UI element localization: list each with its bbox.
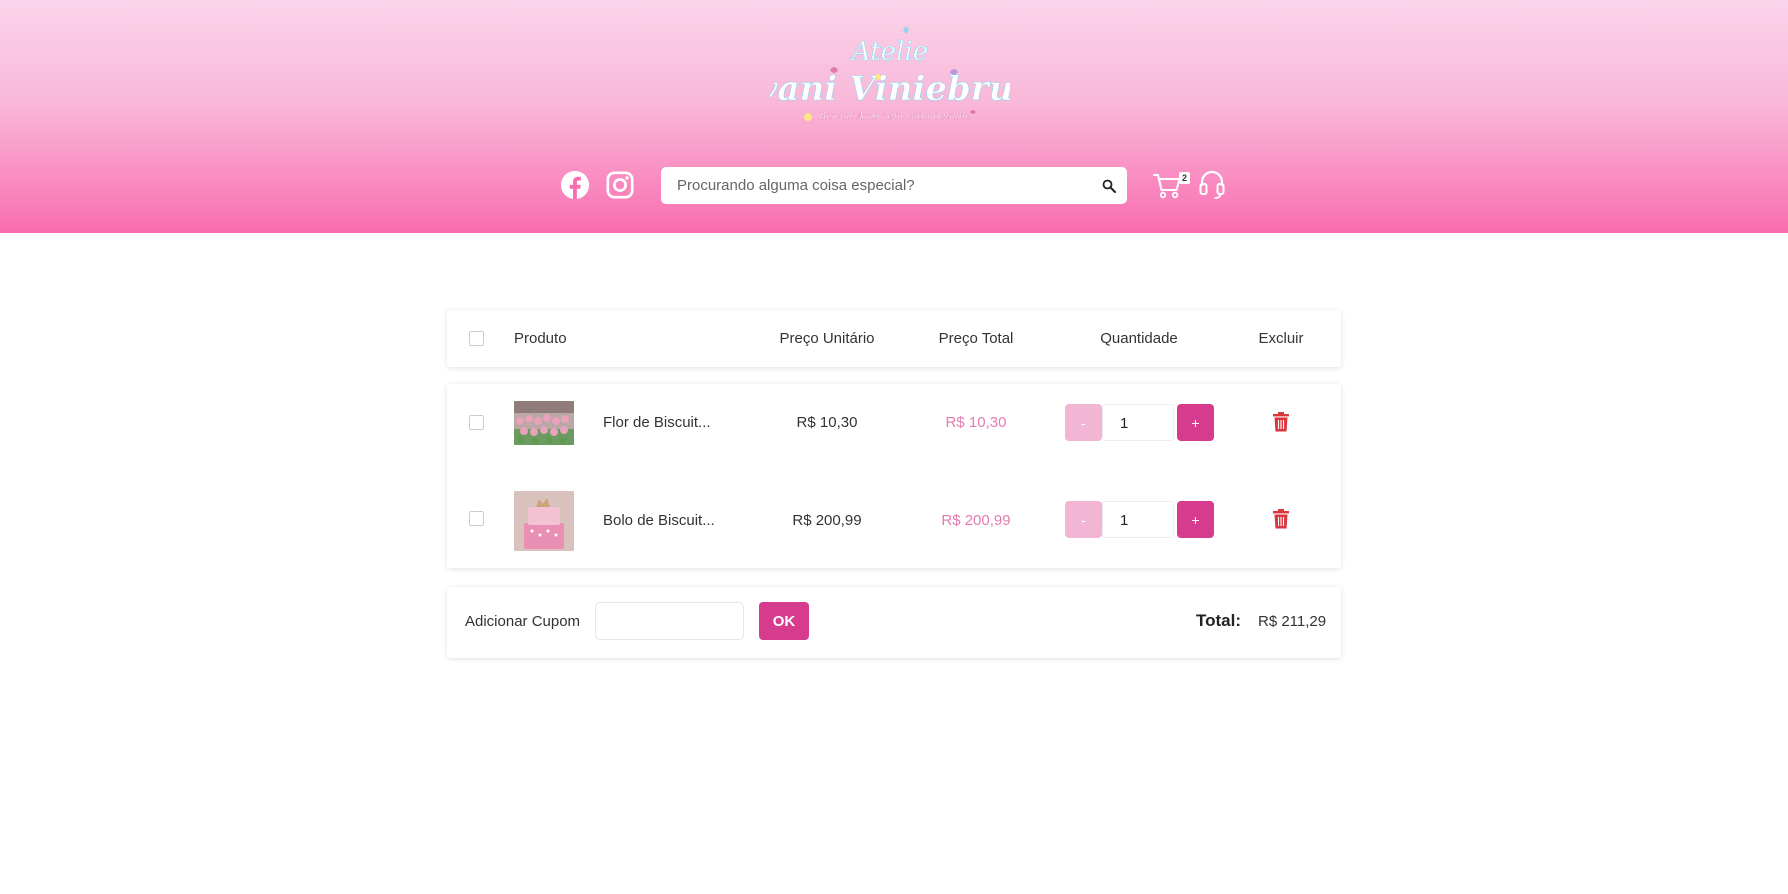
quantity-input[interactable]: 1	[1102, 501, 1174, 538]
cart-row: Flor de Biscuit... R$ 10,30 R$ 10,30 - 1…	[447, 384, 1341, 476]
cart-summary: Adicionar Cupom OK Total: R$ 211,29	[447, 587, 1341, 658]
logo-line2: Ivani Viniebrun	[770, 69, 1010, 109]
total-price: R$ 10,30	[945, 414, 1007, 431]
brand-logo[interactable]: Atelie Ivani Viniebrun Biscuit Amor em c…	[741, 22, 1038, 134]
quantity-increase-button[interactable]: +	[1177, 404, 1214, 441]
logo-line1: Atelie	[850, 37, 928, 67]
search-icon[interactable]	[1091, 167, 1127, 204]
column-quantity: Quantidade	[1100, 330, 1178, 347]
total-price: R$ 200,99	[941, 512, 1011, 529]
column-delete: Excluir	[1258, 330, 1304, 347]
product-thumbnail[interactable]	[514, 491, 574, 551]
row-checkbox[interactable]	[469, 415, 484, 430]
trash-icon[interactable]	[1272, 509, 1290, 529]
logo-graphic: Atelie Ivani Viniebrun Biscuit Amor em c…	[741, 26, 1038, 122]
column-total-price: Preço Total	[938, 330, 1014, 347]
product-name[interactable]: Flor de Biscuit...	[603, 414, 711, 431]
trash-icon[interactable]	[1272, 412, 1290, 432]
coupon-label: Adicionar Cupom	[465, 613, 581, 630]
quantity-input[interactable]: 1	[1102, 404, 1174, 441]
facebook-icon[interactable]	[559, 167, 591, 203]
cart-button[interactable]: 2	[1153, 168, 1190, 204]
column-product: Produto	[514, 330, 567, 347]
select-all-checkbox[interactable]	[469, 331, 484, 346]
column-unit-price: Preço Unitário	[779, 330, 875, 347]
total-value: R$ 211,29	[1258, 613, 1327, 630]
apply-coupon-button[interactable]: OK	[759, 602, 809, 640]
logo-tagline: Biscuit Amor em cada detalhe	[818, 111, 971, 122]
search-bar	[661, 167, 1127, 204]
quantity-decrease-button[interactable]: -	[1065, 501, 1102, 538]
headset-icon[interactable]	[1198, 168, 1228, 200]
cart-row: Bolo de Biscuit... R$ 200,99 R$ 200,99 -…	[447, 481, 1341, 573]
instagram-icon[interactable]	[604, 167, 636, 203]
product-name[interactable]: Bolo de Biscuit...	[603, 512, 715, 529]
product-thumbnail[interactable]	[514, 401, 574, 445]
row-checkbox[interactable]	[469, 511, 484, 526]
search-input[interactable]	[661, 177, 1091, 194]
coupon-input[interactable]	[595, 602, 744, 640]
total-label: Total:	[1196, 611, 1242, 630]
cart-items: Flor de Biscuit... R$ 10,30 R$ 10,30 - 1…	[447, 384, 1341, 568]
site-header: Atelie Ivani Viniebrun Biscuit Amor em c…	[0, 0, 1788, 233]
quantity-decrease-button[interactable]: -	[1065, 404, 1102, 441]
cart-table-header: Produto Preço Unitário Preço Total Quant…	[447, 310, 1341, 367]
cart-count-badge: 2	[1179, 172, 1190, 184]
quantity-increase-button[interactable]: +	[1177, 501, 1214, 538]
